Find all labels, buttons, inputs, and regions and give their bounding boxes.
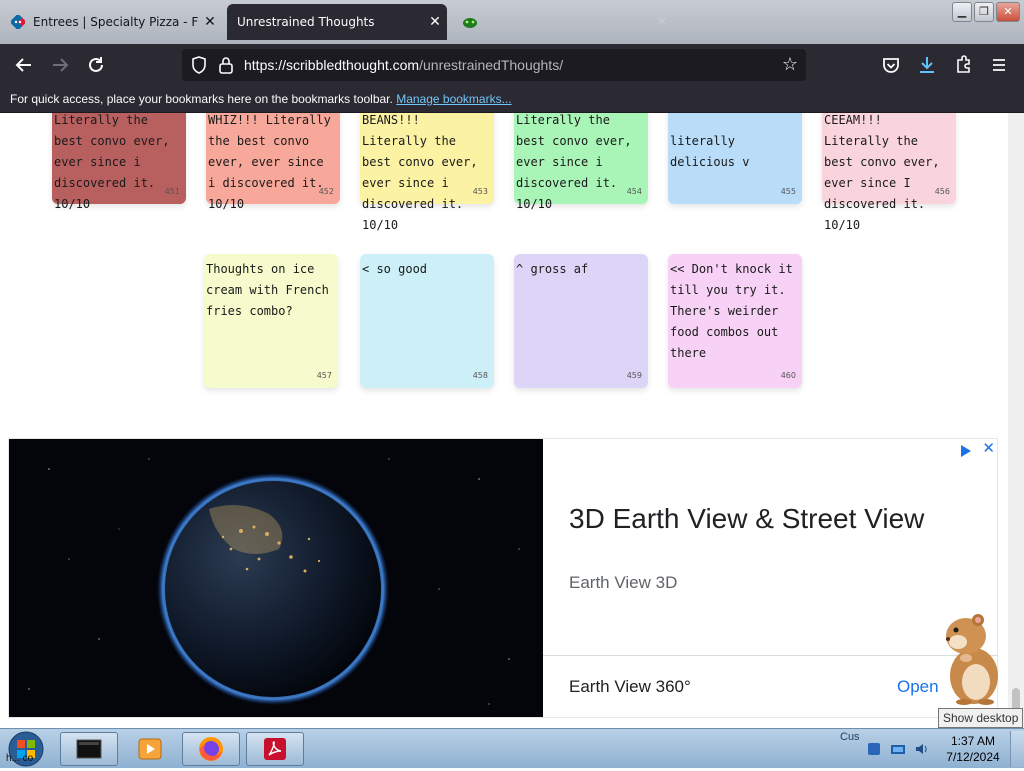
taskbar-app-firefox[interactable] [182,732,240,766]
reload-icon[interactable] [85,54,107,76]
web-page: Literally the best convo ever, ever sinc… [0,113,1008,728]
tab-close-icon[interactable]: ✕ [198,14,222,30]
tab-unrestrained-thoughts[interactable]: Unrestrained Thoughts ✕ [227,4,447,40]
note-text: << Don't knock it till you try it. There… [670,262,793,360]
bookmark-star-icon[interactable]: ☆ [780,55,800,75]
note-text: WHIZ!!! Literally the best convo ever, e… [208,113,331,211]
bookmarks-toolbar: For quick access, place your bookmarks h… [0,86,1024,113]
url-path: /unrestrainedThoughts/ [419,57,564,73]
ad-close-icon[interactable]: ✕ [982,439,995,457]
tab-close-icon[interactable]: ✕ [650,14,674,30]
note-number: 458 [472,371,488,380]
earth-image[interactable] [9,439,543,717]
forward-arrow-icon[interactable] [49,54,71,76]
tab-third[interactable]: ✕ [452,4,674,40]
ad-info[interactable]: ✕ 3D Earth View & Street View Earth View… [543,439,997,717]
taskbar-left-label: h... co [6,753,34,764]
hamster-mascot-icon [936,606,1006,706]
tray-customize-label[interactable]: Cus [840,731,860,743]
green-favicon-icon [462,14,478,30]
url-host: https://scribbledthought.com [244,57,420,73]
note-text: Literally the best convo ever, ever sinc… [54,113,170,211]
note-card[interactable]: << Don't knock it till you try it. There… [668,254,802,388]
volume-icon[interactable] [914,741,930,757]
taskbar: h... co Cus 1:37 AM 7/12/2024 [0,728,1024,768]
note-card[interactable]: CEEAM!!! Literally the best convo ever, … [822,113,956,232]
note-number: 453 [472,187,488,196]
clock-date: 7/12/2024 [946,750,1000,764]
taskbar-app-terminal[interactable] [60,732,118,766]
back-arrow-icon[interactable] [13,54,35,76]
ad-subtitle: Earth View 3D [569,573,678,592]
note-card[interactable]: ^ gross af 459 [514,254,648,388]
note-card[interactable]: BEANS!!! Literally the best convo ever, … [360,113,494,232]
url-bar[interactable]: https://scribbledthought.com/unrestraine… [182,49,806,81]
note-card[interactable]: Literally the best convo ever, ever sinc… [514,113,648,211]
lock-icon[interactable] [218,55,234,75]
pocket-icon[interactable] [880,54,902,76]
tab-entrees[interactable]: Entrees | Specialty Pizza - Find a ✕ [0,4,222,40]
note-text: Literally the best convo ever, ever sinc… [516,113,632,211]
download-icon[interactable] [916,54,938,76]
ad-open-button[interactable]: Open [897,677,939,697]
note-number: 456 [934,187,950,196]
note-text: ^ gross af [516,262,589,276]
note-text: BEANS!!! Literally the best convo ever, … [362,113,478,232]
shield-icon[interactable] [190,55,208,75]
bookmarks-hint: For quick access, place your bookmarks h… [10,92,393,106]
url-text[interactable]: https://scribbledthought.com/unrestraine… [244,57,563,73]
extensions-icon[interactable] [952,54,974,76]
minimize-button[interactable]: ▁ [952,2,972,22]
note-number: 457 [316,371,332,380]
hamburger-menu-icon[interactable] [988,54,1010,76]
note-card[interactable]: Literally the best convo ever, ever sinc… [52,113,186,211]
note-card[interactable]: < so good 458 [360,254,494,388]
ad-banner[interactable]: ✕ 3D Earth View & Street View Earth View… [8,438,998,718]
network-icon[interactable] [890,741,906,757]
note-card[interactable]: literally delicious v 455 [668,113,802,204]
ad-headline[interactable]: 3D Earth View & Street View [569,503,924,535]
ad-footer-title: Earth View 360° [569,677,691,696]
tray-app-icon[interactable] [866,741,882,757]
window-close-button[interactable]: ✕ [996,2,1020,22]
tab-bar: Entrees | Specialty Pizza - Find a ✕ Unr… [0,0,1024,44]
taskbar-app-pdf-reader[interactable] [246,732,304,766]
system-clock[interactable]: 1:37 AM 7/12/2024 [938,733,1008,765]
tab-title: Unrestrained Thoughts [237,15,375,29]
ad-divider [543,655,997,656]
note-text: literally delicious v [670,134,750,169]
tab-title: Entrees | Specialty Pizza - Find a [33,15,198,29]
note-number: 459 [626,371,642,380]
show-desktop-tooltip: Show desktop [938,708,1024,728]
note-number: 454 [626,187,642,196]
note-text: CEEAM!!! Literally the best convo ever, … [824,113,940,232]
show-desktop-button[interactable] [1010,731,1024,767]
taskbar-app-media-player[interactable] [122,732,178,766]
note-text: Thoughts on ice cream with French fries … [206,262,329,318]
maximize-button[interactable]: ❐ [974,2,994,22]
note-number: 455 [780,187,796,196]
tab-close-icon[interactable]: ✕ [423,14,447,30]
note-card[interactable]: WHIZ!!! Literally the best convo ever, e… [206,113,340,211]
dominos-favicon-icon [10,14,26,30]
note-text: < so good [362,262,428,276]
clock-time: 1:37 AM [950,734,996,748]
adchoices-icon[interactable] [959,443,973,457]
navigation-bar: https://scribbledthought.com/unrestraine… [0,44,1024,86]
note-number: 460 [780,371,796,380]
note-number: 452 [318,187,334,196]
note-card[interactable]: Thoughts on ice cream with French fries … [204,254,338,388]
note-number: 451 [164,187,180,196]
window-controls: ▁ ❐ ✕ [952,2,1020,22]
manage-bookmarks-link[interactable]: Manage bookmarks... [396,92,511,106]
page-scrollbar[interactable] [1008,113,1024,728]
